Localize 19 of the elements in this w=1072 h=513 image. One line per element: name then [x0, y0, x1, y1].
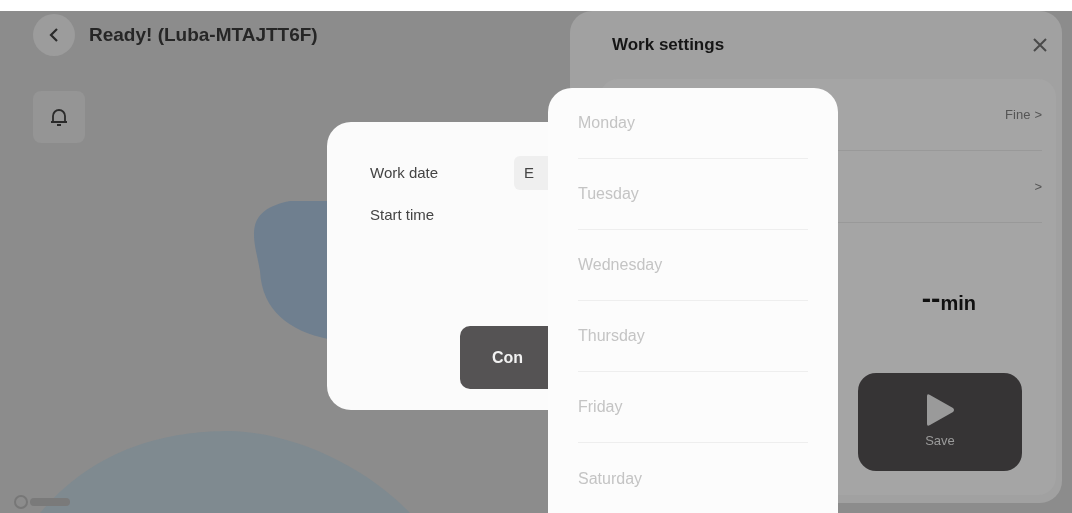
back-button[interactable] [33, 14, 75, 56]
notification-button[interactable] [33, 91, 85, 143]
bell-icon [50, 107, 68, 127]
date-field[interactable]: E [514, 156, 548, 190]
play-icon [925, 393, 955, 428]
confirm-button[interactable]: Con [460, 326, 548, 389]
map-logo-icon [14, 495, 70, 509]
field-label: Work date [370, 162, 440, 183]
save-button[interactable]: Save [858, 373, 1022, 471]
field-label: Start time [370, 204, 436, 225]
device-title: Ready! (Luba-MTAJTT6F) [89, 22, 318, 47]
row-chevron[interactable]: > [1034, 176, 1042, 197]
duration-unit: min [940, 293, 976, 313]
duration-value: -- [921, 285, 941, 313]
row-chevron[interactable]: > [1034, 104, 1042, 125]
row-value: Fine [1005, 105, 1031, 124]
panel-title: Work settings [612, 34, 725, 57]
close-icon [1033, 38, 1047, 52]
back-icon [49, 27, 59, 43]
